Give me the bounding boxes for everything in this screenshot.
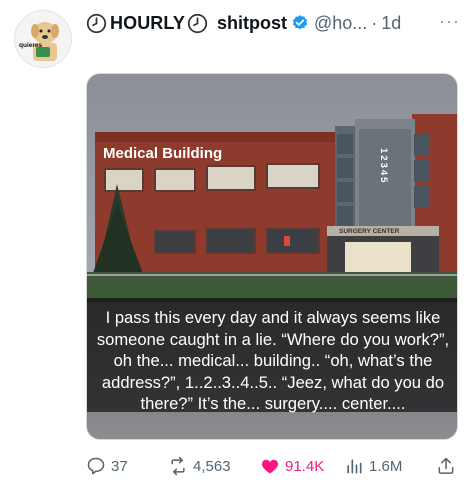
avatar-dog-image: quieres [15,11,71,67]
clock-icon [187,13,208,34]
post-image[interactable]: Medical Building 12345 SURGERY CENTER I … [86,73,458,440]
like-count: 91.4K [285,457,325,475]
reply-count: 37 [111,457,128,475]
post-actions: 37 4,563 91.4K 1.6M [86,454,462,478]
heart-icon [261,459,279,474]
avatar[interactable]: quieres [14,10,72,68]
post-time[interactable]: 1d [381,13,401,34]
building-number: 12345 [378,148,389,184]
verified-badge-icon [291,14,309,32]
repost-button[interactable]: 4,563 [168,454,231,478]
more-options-icon[interactable]: ··· [439,11,460,32]
author-name-2[interactable]: shitpost [217,13,287,34]
reply-icon [87,457,105,475]
repost-icon [171,456,185,476]
share-button[interactable] [436,454,461,478]
views-icon [347,459,362,474]
separator-dot: · [371,12,378,33]
author-handle[interactable]: @ho... [314,13,367,34]
reply-button[interactable]: 37 [86,454,128,478]
post-header: HOURLY shitpost @ho... · 1d ··· [86,11,464,35]
svg-text:quieres: quieres [19,42,43,49]
building-sign: Medical Building [103,145,222,162]
repost-count: 4,563 [193,457,231,475]
author-name[interactable]: HOURLY [110,13,185,34]
image-caption: I pass this every day and it always seem… [87,298,457,413]
surgery-sign: SURGERY CENTER [339,228,400,235]
share-icon [438,457,454,474]
clock-icon [86,13,107,34]
like-button[interactable]: 91.4K [260,454,324,478]
views-count: 1.6M [369,457,403,475]
views-button[interactable]: 1.6M [344,454,402,478]
